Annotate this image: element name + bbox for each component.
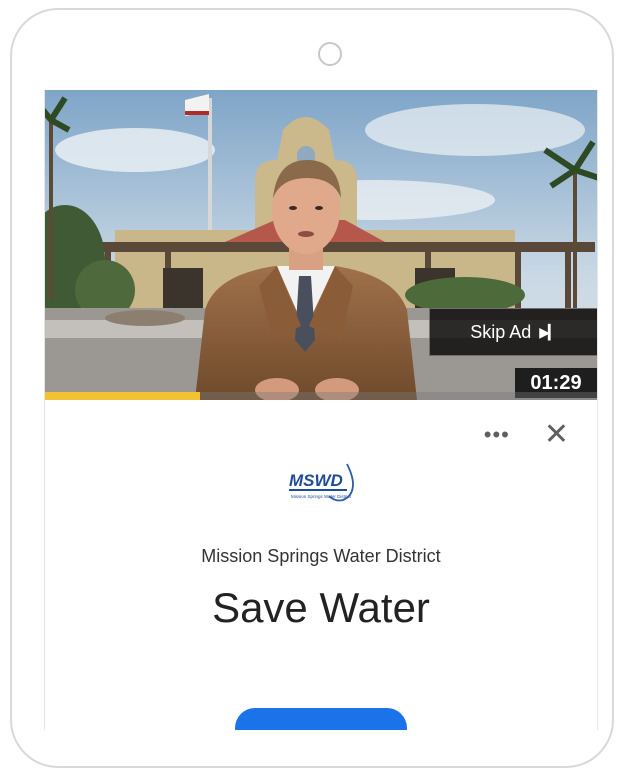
advertiser-name[interactable]: Mission Springs Water District — [45, 546, 597, 567]
video-player[interactable]: Skip Ad ▶▎ 01:29 — [45, 90, 597, 400]
close-icon[interactable]: ✕ — [544, 420, 569, 450]
svg-text:Mission Springs Water District: Mission Springs Water District — [291, 494, 352, 499]
call-to-action-button[interactable] — [235, 708, 407, 730]
skip-ad-button[interactable]: Skip Ad ▶▎ — [429, 308, 597, 356]
skip-next-icon: ▶▎ — [539, 323, 558, 340]
ad-progress-fill — [45, 392, 200, 400]
more-options-icon[interactable]: ••• — [484, 424, 510, 446]
camera-icon — [318, 42, 342, 66]
ad-progress-bar — [45, 392, 597, 400]
ad-headline: Save Water — [212, 584, 430, 631]
advertiser-logo: MSWD Mission Springs Water District — [287, 462, 359, 511]
skip-ad-label: Skip Ad — [470, 321, 532, 342]
svg-text:MSWD: MSWD — [289, 471, 343, 490]
ad-screen: Skip Ad ▶▎ 01:29 ••• ✕ MSWD Mission Spri… — [44, 90, 598, 730]
card-actions: ••• ✕ — [484, 420, 569, 450]
